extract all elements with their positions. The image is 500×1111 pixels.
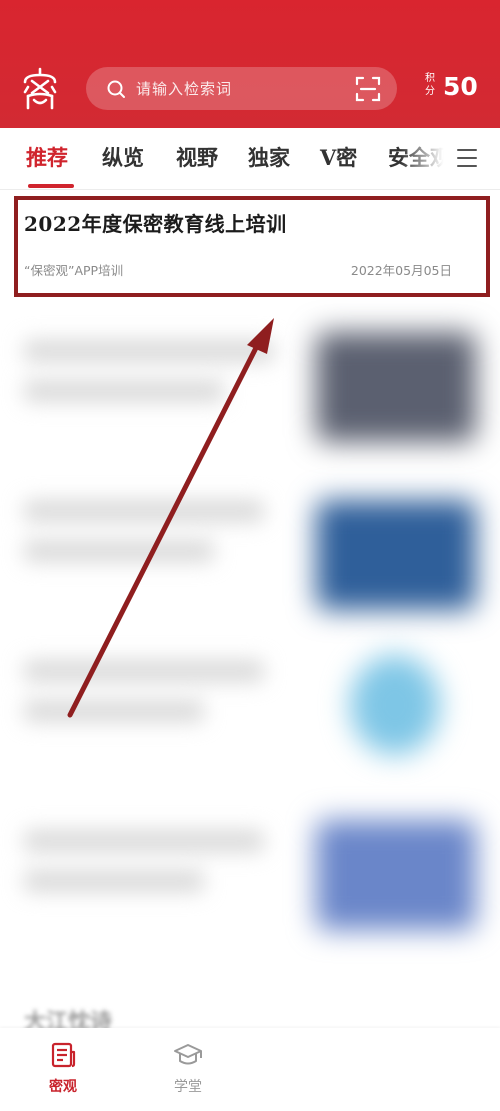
bottom-navigation: 密观 学堂: [0, 1028, 500, 1111]
highlighted-article-card[interactable]: 2022年度保密教育线上培训 “保密观”APP培训 2022年05月05日: [14, 196, 490, 297]
article-date: 2022年05月05日: [350, 263, 452, 278]
points-display[interactable]: 积分 50: [424, 70, 484, 106]
nav-label-xuetang: 学堂: [174, 1079, 202, 1095]
blurred-thumbnail: [350, 655, 440, 755]
active-tab-indicator: [28, 184, 74, 188]
nav-label-miguan: 密观: [49, 1079, 77, 1095]
news-icon: [51, 1042, 76, 1068]
tab-v-secret[interactable]: V密: [320, 142, 357, 172]
scan-icon[interactable]: [355, 76, 381, 102]
blurred-text-line: [24, 540, 214, 562]
tabs-divider: [0, 189, 500, 190]
tab-recommend[interactable]: 推荐: [26, 142, 68, 172]
blurred-text-line: [24, 830, 264, 852]
blurred-text-line: [24, 380, 224, 402]
nav-item-xuetang[interactable]: 学堂: [158, 1042, 218, 1096]
blurred-thumbnail: [316, 820, 476, 930]
blurred-text-line: [24, 870, 204, 892]
blurred-feed: [0, 300, 500, 1040]
blurred-thumbnail: [316, 500, 476, 610]
blurred-text-line: [24, 340, 274, 362]
points-label: 积分: [425, 73, 435, 97]
tab-exclusive[interactable]: 独家: [248, 142, 290, 172]
tabs-fade-overlay: [400, 128, 458, 188]
app-header: 请输入检索词 积分 50: [0, 0, 500, 128]
blurred-thumbnail: [316, 332, 476, 442]
search-placeholder: 请输入检索词: [136, 80, 233, 98]
search-bar[interactable]: 请输入检索词: [86, 67, 397, 110]
app-logo-icon[interactable]: [20, 66, 60, 110]
graduation-cap-icon: [174, 1044, 202, 1065]
search-icon: [107, 80, 125, 98]
menu-icon[interactable]: [456, 146, 478, 170]
tab-overview[interactable]: 纵览: [102, 142, 144, 172]
blurred-text-line: [24, 660, 264, 682]
article-title: 2022年度保密教育线上培训: [24, 212, 287, 236]
blurred-text-line: [24, 500, 264, 522]
category-tabs: 推荐 纵览 视野 独家 V密 安全观: [0, 128, 500, 190]
article-source: “保密观”APP培训: [24, 263, 124, 278]
points-value: 50: [443, 72, 478, 101]
tab-vision[interactable]: 视野: [176, 142, 218, 172]
blurred-text-line: [24, 700, 204, 722]
nav-item-miguan[interactable]: 密观: [33, 1042, 93, 1096]
